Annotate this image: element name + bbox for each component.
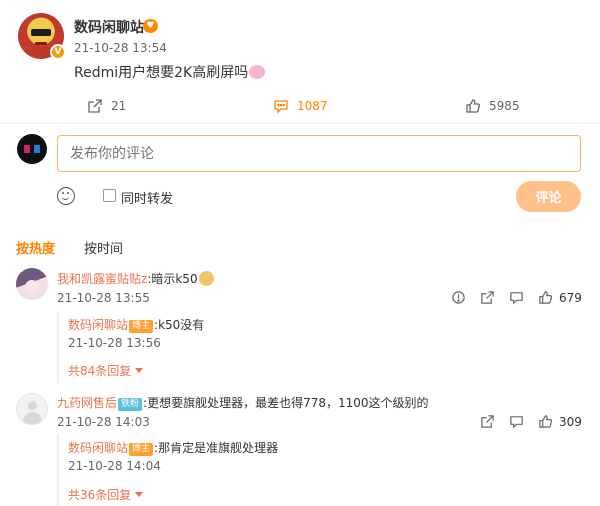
reply-text: :那肯定是准旗舰处理器 xyxy=(154,441,279,455)
commenter-avatar[interactable] xyxy=(16,393,48,425)
comment-icon xyxy=(274,100,288,114)
author-badge: 博主 xyxy=(129,320,154,333)
share-icon[interactable] xyxy=(480,414,495,429)
more-replies-label: 共84条回复 xyxy=(68,364,132,378)
thumbs-up-icon xyxy=(539,291,553,304)
divider xyxy=(0,123,600,124)
reply-thread: 数码闲聊站 博主:k50没有 21-10-28 13:56 共84条回复 xyxy=(57,311,585,383)
commenter-avatar[interactable] xyxy=(16,268,48,300)
reply-icon[interactable] xyxy=(509,414,524,429)
report-icon[interactable] xyxy=(451,290,466,305)
like-count: 5985 xyxy=(489,99,520,113)
caret-down-icon xyxy=(135,492,144,497)
comment-text: :暗示k50 xyxy=(147,272,198,286)
fan-badge: 铁粉 xyxy=(118,398,143,411)
post-author-name[interactable]: 数码闲聊站 xyxy=(74,17,144,37)
submit-comment-button[interactable]: 评论 xyxy=(516,181,581,212)
comment-count: 1087 xyxy=(297,99,328,113)
comment-like-button[interactable]: 309 xyxy=(538,414,582,429)
reply-author-name[interactable]: 数码闲聊站 xyxy=(68,318,128,332)
reply-body: 数码闲聊站 博主:那肯定是准旗舰处理器 xyxy=(68,439,278,456)
tab-sort-by-time[interactable]: 按时间 xyxy=(84,238,123,257)
current-user-avatar[interactable] xyxy=(17,134,47,164)
comment-timestamp: 21-10-28 13:55 xyxy=(57,291,150,305)
like-button[interactable]: 5985 xyxy=(465,98,520,114)
doge-emoji-icon xyxy=(198,271,214,286)
comment-body: 我和凯露蜜贴贴z:暗示k50 xyxy=(57,270,214,287)
reply-author-name[interactable]: 数码闲聊站 xyxy=(68,441,128,455)
reply-timestamp: 21-10-28 13:56 xyxy=(68,336,161,350)
comment-like-button[interactable]: 679 xyxy=(538,290,582,305)
comment-body: 九药网售后 铁粉:更想要旗舰处理器，最差也得778，1100这个级别的 xyxy=(57,394,429,411)
reply-body: 数码闲聊站 博主:k50没有 xyxy=(68,316,204,333)
emoji-picker-icon[interactable] xyxy=(57,187,75,205)
reply-thread: 数码闲聊站 博主:那肯定是准旗舰处理器 21-10-28 14:04 共36条回复 xyxy=(57,434,585,506)
pig-emoji-icon xyxy=(249,65,266,79)
comment-input[interactable] xyxy=(57,135,581,172)
repost-icon xyxy=(88,99,102,113)
post-timestamp[interactable]: 21-10-28 13:54 xyxy=(74,41,167,55)
more-replies-link[interactable]: 共84条回复 xyxy=(68,362,144,379)
author-badge: 博主 xyxy=(129,443,154,456)
vip-heart-icon: ♥ xyxy=(143,19,158,33)
comment-like-count: 309 xyxy=(559,414,582,429)
verified-badge-icon: V xyxy=(50,44,66,60)
caret-down-icon xyxy=(135,368,144,373)
more-replies-link[interactable]: 共36条回复 xyxy=(68,486,144,503)
thumbs-up-icon xyxy=(539,415,553,428)
tab-sort-by-hot[interactable]: 按热度 xyxy=(16,238,55,257)
repost-checkbox[interactable] xyxy=(103,189,116,202)
comment-actions: 679 xyxy=(451,290,582,305)
comment-timestamp: 21-10-28 14:03 xyxy=(57,415,150,429)
comment-text: :更想要旗舰处理器，最差也得778，1100这个级别的 xyxy=(143,396,429,410)
reply-icon[interactable] xyxy=(509,290,524,305)
commenter-name[interactable]: 我和凯露蜜贴贴z xyxy=(57,272,147,286)
repost-checkbox-label[interactable]: 同时转发 xyxy=(121,188,173,207)
comment-button[interactable]: 1087 xyxy=(273,98,328,114)
commenter-name[interactable]: 九药网售后 xyxy=(57,396,117,410)
post-text: Redmi用户想要2K高刷屏吗 xyxy=(74,65,249,81)
more-replies-label: 共36条回复 xyxy=(68,488,132,502)
share-icon[interactable] xyxy=(480,290,495,305)
repost-count: 21 xyxy=(111,99,127,113)
comment-actions: 309 xyxy=(480,414,582,429)
thumbs-up-icon xyxy=(466,99,480,113)
repost-button[interactable]: 21 xyxy=(87,98,126,114)
comment-like-count: 679 xyxy=(559,290,582,305)
post-content: Redmi用户想要2K高刷屏吗 xyxy=(74,62,266,82)
reply-timestamp: 21-10-28 14:04 xyxy=(68,459,161,473)
reply-text: :k50没有 xyxy=(154,318,205,332)
